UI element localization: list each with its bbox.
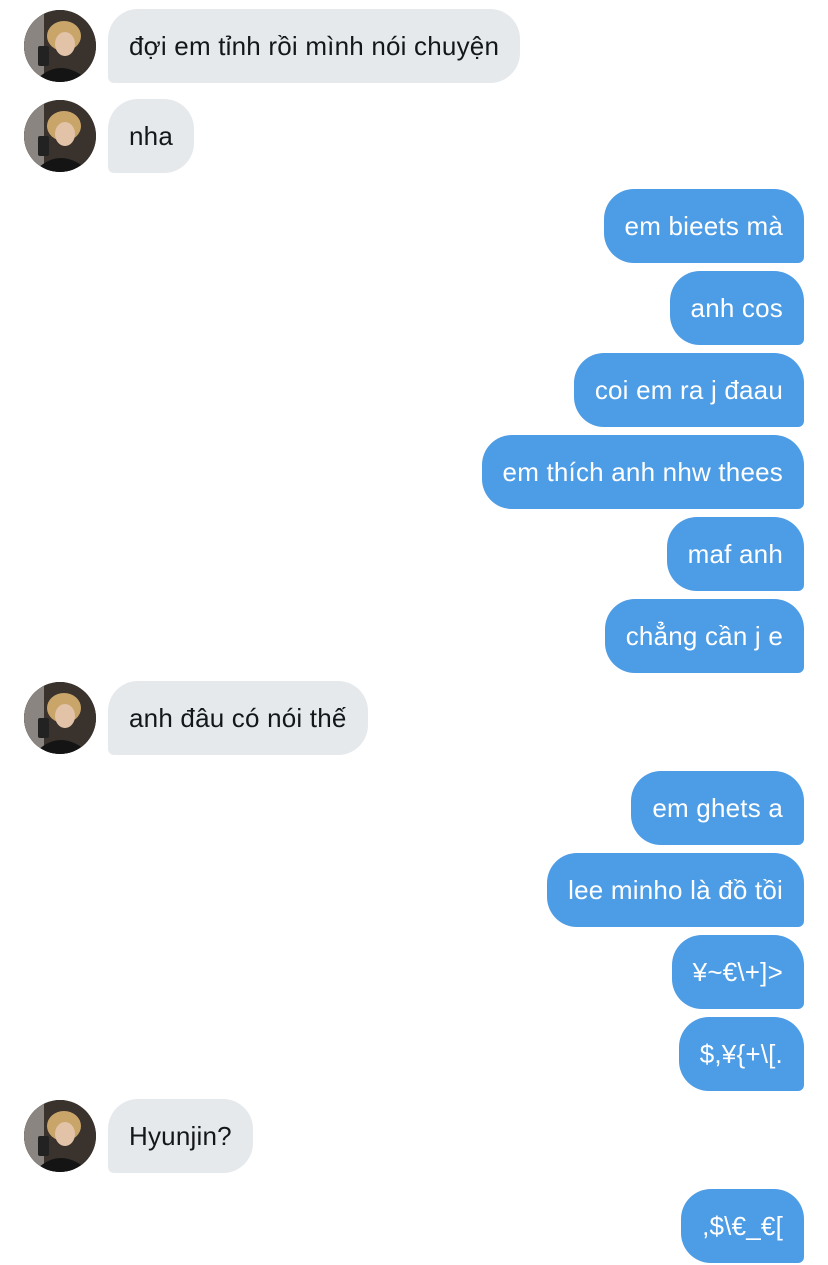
contact-avatar[interactable] [24, 100, 96, 172]
incoming-message[interactable]: Hyunjin? [108, 1099, 253, 1173]
incoming-message[interactable]: anh đâu có nói thế [108, 681, 368, 755]
contact-avatar[interactable] [24, 682, 96, 754]
contact-avatar[interactable] [24, 1100, 96, 1172]
outgoing-message[interactable]: ¥~€\+]> [671, 935, 804, 1009]
outgoing-message[interactable]: lee minho là đồ tồi [547, 853, 804, 927]
outgoing-message[interactable]: $,¥{+\[. [678, 1017, 804, 1091]
outgoing-message[interactable]: anh cos [669, 271, 804, 345]
outgoing-message[interactable]: coi em ra j đaau [573, 353, 804, 427]
outgoing-message[interactable]: ,$\€_€[ [681, 1189, 804, 1263]
message-thread: đợi em tỉnh rồi mình nói chuyện nha em b… [0, 0, 828, 1265]
outgoing-message[interactable]: em bieets mà [603, 189, 804, 263]
outgoing-message[interactable]: chẳng cần j e [604, 599, 804, 673]
contact-avatar[interactable] [24, 10, 96, 82]
outgoing-message[interactable]: em ghets a [631, 771, 804, 845]
outgoing-message[interactable]: em thích anh nhw thees [481, 435, 804, 509]
outgoing-message[interactable]: maf anh [666, 517, 804, 591]
incoming-message[interactable]: đợi em tỉnh rồi mình nói chuyện [108, 9, 521, 83]
incoming-message[interactable]: nha [108, 99, 194, 173]
